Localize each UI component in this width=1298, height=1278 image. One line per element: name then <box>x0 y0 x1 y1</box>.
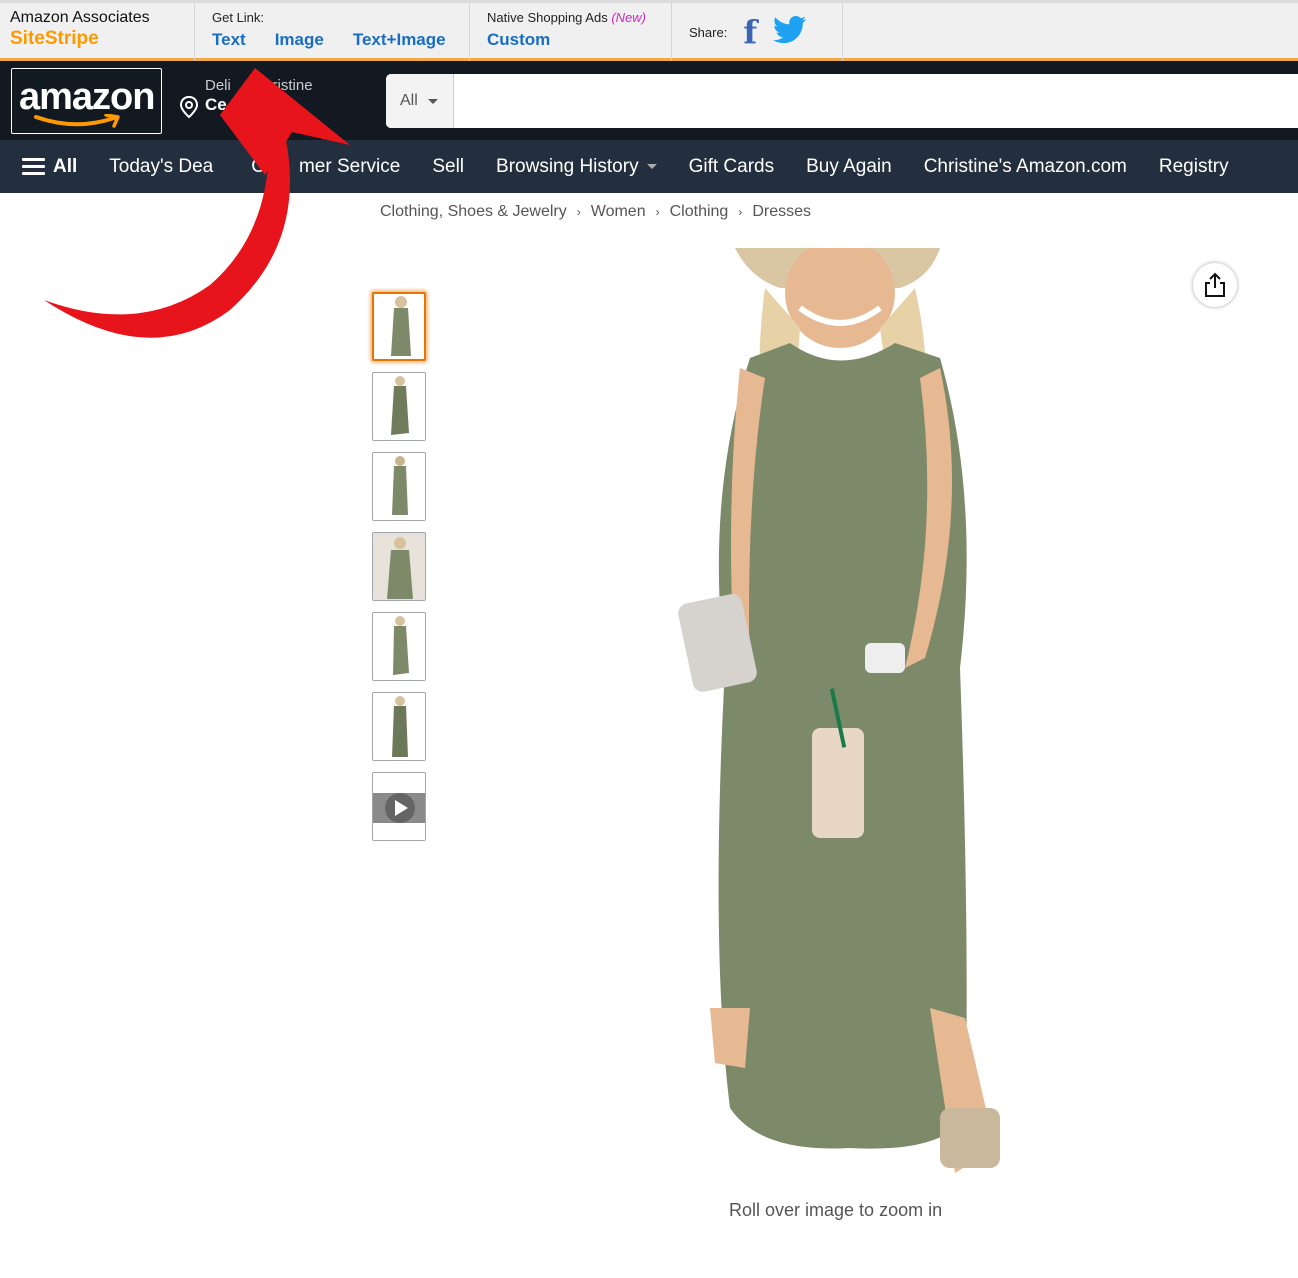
breadcrumb: Clothing, Shoes & Jewelry › Women › Clot… <box>380 203 811 221</box>
chevron-down-icon <box>646 164 657 169</box>
breadcrumb-item[interactable]: Dresses <box>752 203 811 221</box>
custom-ads-button[interactable]: Custom <box>487 30 550 49</box>
share-button[interactable] <box>1193 263 1237 307</box>
nav-christines-amazon[interactable]: Christine's Amazon.com <box>924 156 1127 178</box>
zoom-hint: Roll over image to zoom in <box>729 1200 943 1220</box>
product-thumbnail[interactable] <box>372 532 426 601</box>
nav-registry[interactable]: Registry <box>1159 156 1229 178</box>
sitestripe-logo: SiteStripe <box>10 28 99 49</box>
product-thumbnail[interactable] <box>372 452 426 521</box>
nav-buy-again[interactable]: Buy Again <box>806 156 892 178</box>
twitter-icon[interactable] <box>773 15 807 49</box>
search-input[interactable] <box>455 74 1298 128</box>
chevron-right-icon: › <box>655 205 660 219</box>
chevron-right-icon: › <box>738 205 743 219</box>
annotation-arrow-icon <box>44 68 350 338</box>
sitestripe-brand-title: Amazon Associates <box>10 9 150 26</box>
nav-gift-cards[interactable]: Gift Cards <box>689 156 775 178</box>
get-link-text-button[interactable]: Text <box>212 30 246 50</box>
share-label: Share: <box>689 24 728 40</box>
nav-sell[interactable]: Sell <box>432 156 464 178</box>
chevron-down-icon <box>427 98 438 104</box>
video-thumbnail[interactable] <box>372 772 426 841</box>
get-link-section: Get Link: Text Image Text+Image <box>195 3 470 61</box>
image-thumbnails <box>372 292 426 852</box>
share-section: Share: f <box>672 3 843 61</box>
nav-browsing-history[interactable]: Browsing History <box>496 156 657 178</box>
product-thumbnail[interactable] <box>372 612 426 681</box>
get-link-text-image-button[interactable]: Text+Image <box>353 30 446 50</box>
breadcrumb-item[interactable]: Clothing <box>670 203 729 221</box>
chevron-right-icon: › <box>576 205 581 219</box>
product-main-image[interactable] <box>640 238 1040 1183</box>
sitestripe-brand: Amazon Associates SiteStripe <box>0 3 195 61</box>
product-thumbnail[interactable] <box>372 372 426 441</box>
sitestripe-bar: Amazon Associates SiteStripe Get Link: T… <box>0 0 1298 61</box>
breadcrumb-item[interactable]: Clothing, Shoes & Jewelry <box>380 203 567 221</box>
get-link-image-button[interactable]: Image <box>275 30 324 50</box>
search-bar: All <box>386 74 1298 128</box>
product-thumbnail[interactable] <box>372 292 426 361</box>
facebook-icon[interactable]: f <box>743 13 757 51</box>
share-icon <box>1205 272 1225 297</box>
get-link-label: Get Link: <box>212 10 265 25</box>
native-ads-section: Native Shopping Ads (New) Custom <box>470 3 672 61</box>
search-category-select[interactable]: All <box>386 74 454 128</box>
breadcrumb-item[interactable]: Women <box>591 203 646 221</box>
new-badge: (New) <box>611 10 646 25</box>
product-thumbnail[interactable] <box>372 692 426 761</box>
native-ads-label: Native Shopping Ads <box>487 10 608 25</box>
